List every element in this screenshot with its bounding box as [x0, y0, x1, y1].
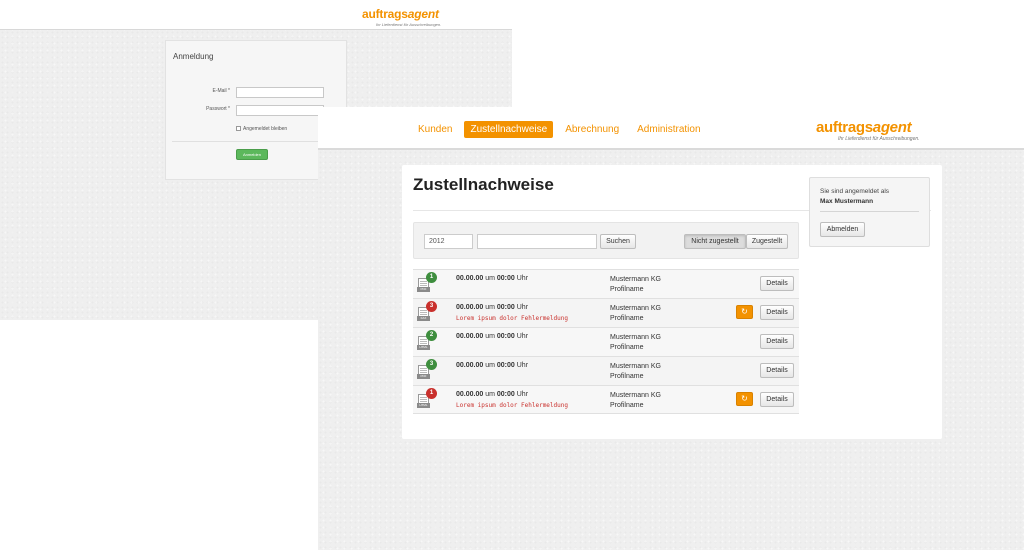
- attempt-count-badge: 1: [426, 388, 437, 399]
- profile-name: Profilname: [610, 286, 644, 293]
- page-title: Zustellnachweise: [413, 175, 554, 194]
- checkbox-icon[interactable]: [236, 126, 241, 132]
- logged-in-text: Sie sind angemeldet als: [820, 188, 890, 195]
- profile-name: Profilname: [610, 373, 644, 380]
- email-field[interactable]: [236, 87, 324, 98]
- timestamp: 00.00.00 um 00:00 Uhr: [456, 333, 529, 340]
- details-button[interactable]: Details: [760, 334, 794, 349]
- details-button[interactable]: Details: [760, 305, 794, 320]
- customer-info: Mustermann KG Profilname: [610, 391, 661, 411]
- nav-kunden[interactable]: Kunden: [412, 121, 458, 138]
- password-label: Passwort *: [206, 106, 230, 112]
- error-message: Lorem ipsum dolor Fehlermeldung: [456, 402, 568, 409]
- logo: auftragsagent Ihr Lieferdienst für Aussc…: [362, 7, 442, 27]
- customer-name: Mustermann KG: [610, 363, 661, 370]
- remember-checkbox[interactable]: Angemeldet bleiben: [236, 126, 287, 132]
- delivery-list: PDF 1 00.00.00 um 00:00 Uhr Mustermann KG Pr…: [413, 269, 799, 414]
- timestamp: 00.00.00 um 00:00 Uhr: [456, 304, 529, 311]
- main-nav: Kunden Zustellnachweise Abrechnung Admin…: [412, 121, 713, 138]
- main-body: Zustellnachweise 2012 Suchen Nicht zuges…: [318, 150, 1024, 550]
- email-row: E-Mail *: [166, 87, 348, 99]
- profile-name: Profilname: [610, 315, 644, 322]
- search-input[interactable]: [477, 234, 597, 249]
- divider: [172, 141, 340, 142]
- doc-type-label: HTML: [417, 403, 430, 408]
- logout-button[interactable]: Abmelden: [820, 222, 865, 237]
- doc-type-label: PDF: [417, 287, 430, 292]
- customer-info: Mustermann KG Profilname: [610, 304, 661, 324]
- retry-icon[interactable]: ↻: [736, 392, 753, 406]
- customer-name: Mustermann KG: [610, 392, 661, 399]
- attempt-count-badge: 2: [426, 330, 437, 341]
- filter-delivered-button[interactable]: Zugestellt: [746, 234, 788, 249]
- user-panel: Sie sind angemeldet als Max Mustermann A…: [809, 177, 930, 247]
- login-header: auftragsagent Ihr Lieferdienst für Aussc…: [0, 0, 512, 30]
- doc-type-label: HTML: [417, 345, 430, 350]
- details-button[interactable]: Details: [760, 276, 794, 291]
- retry-icon[interactable]: ↻: [736, 305, 753, 319]
- nav-abrechnung[interactable]: Abrechnung: [559, 121, 625, 138]
- timestamp: 00.00.00 um 00:00 Uhr: [456, 275, 529, 282]
- password-field[interactable]: [236, 105, 324, 116]
- filter-not-delivered-button[interactable]: Nicht zugestellt: [684, 234, 746, 249]
- divider: [820, 211, 919, 212]
- attempt-count-badge: 3: [426, 301, 437, 312]
- email-label: E-Mail *: [212, 88, 230, 94]
- profile-name: Profilname: [610, 402, 644, 409]
- search-bar: 2012 Suchen Nicht zugestellt Zugestellt: [413, 222, 799, 259]
- doc-type-label: PDF: [417, 374, 430, 379]
- nav-administration[interactable]: Administration: [631, 121, 706, 138]
- customer-info: Mustermann KG Profilname: [610, 333, 661, 353]
- customer-info: Mustermann KG Profilname: [610, 362, 661, 382]
- doc-type-label: FAX: [417, 316, 430, 321]
- customer-name: Mustermann KG: [610, 276, 661, 283]
- timestamp: 00.00.00 um 00:00 Uhr: [456, 362, 529, 369]
- login-title: Anmeldung: [173, 52, 214, 61]
- timestamp: 00.00.00 um 00:00 Uhr: [456, 391, 529, 398]
- user-name: Max Mustermann: [820, 198, 874, 205]
- main-window: Kunden Zustellnachweise Abrechnung Admin…: [318, 107, 1024, 550]
- attempt-count-badge: 1: [426, 272, 437, 283]
- customer-name: Mustermann KG: [610, 305, 661, 312]
- details-button[interactable]: Details: [760, 392, 794, 407]
- attempt-count-badge: 3: [426, 359, 437, 370]
- list-item: FAX 3 00.00.00 um 00:00 Uhr Lorem ipsum dol…: [413, 298, 799, 327]
- customer-name: Mustermann KG: [610, 334, 661, 341]
- details-button[interactable]: Details: [760, 363, 794, 378]
- year-input[interactable]: 2012: [424, 234, 473, 249]
- logo: auftragsagent Ihr Lieferdienst für Aussc…: [816, 119, 920, 142]
- customer-info: Mustermann KG Profilname: [610, 275, 661, 295]
- list-item: HTML 1 00.00.00 um 00:00 Uhr Lorem ipsum do…: [413, 385, 799, 414]
- list-item: HTML 2 00.00.00 um 00:00 Uhr Mustermann KG P…: [413, 327, 799, 356]
- nav-zustellnachweise[interactable]: Zustellnachweise: [464, 121, 554, 138]
- login-submit-button[interactable]: Anmelden: [236, 149, 268, 160]
- profile-name: Profilname: [610, 344, 644, 351]
- error-message: Lorem ipsum dolor Fehlermeldung: [456, 315, 568, 322]
- list-item: PDF 3 00.00.00 um 00:00 Uhr Mustermann KG Pr…: [413, 356, 799, 385]
- search-button[interactable]: Suchen: [600, 234, 636, 249]
- list-item: PDF 1 00.00.00 um 00:00 Uhr Mustermann KG Pr…: [413, 269, 799, 298]
- top-navbar: Kunden Zustellnachweise Abrechnung Admin…: [318, 107, 1024, 150]
